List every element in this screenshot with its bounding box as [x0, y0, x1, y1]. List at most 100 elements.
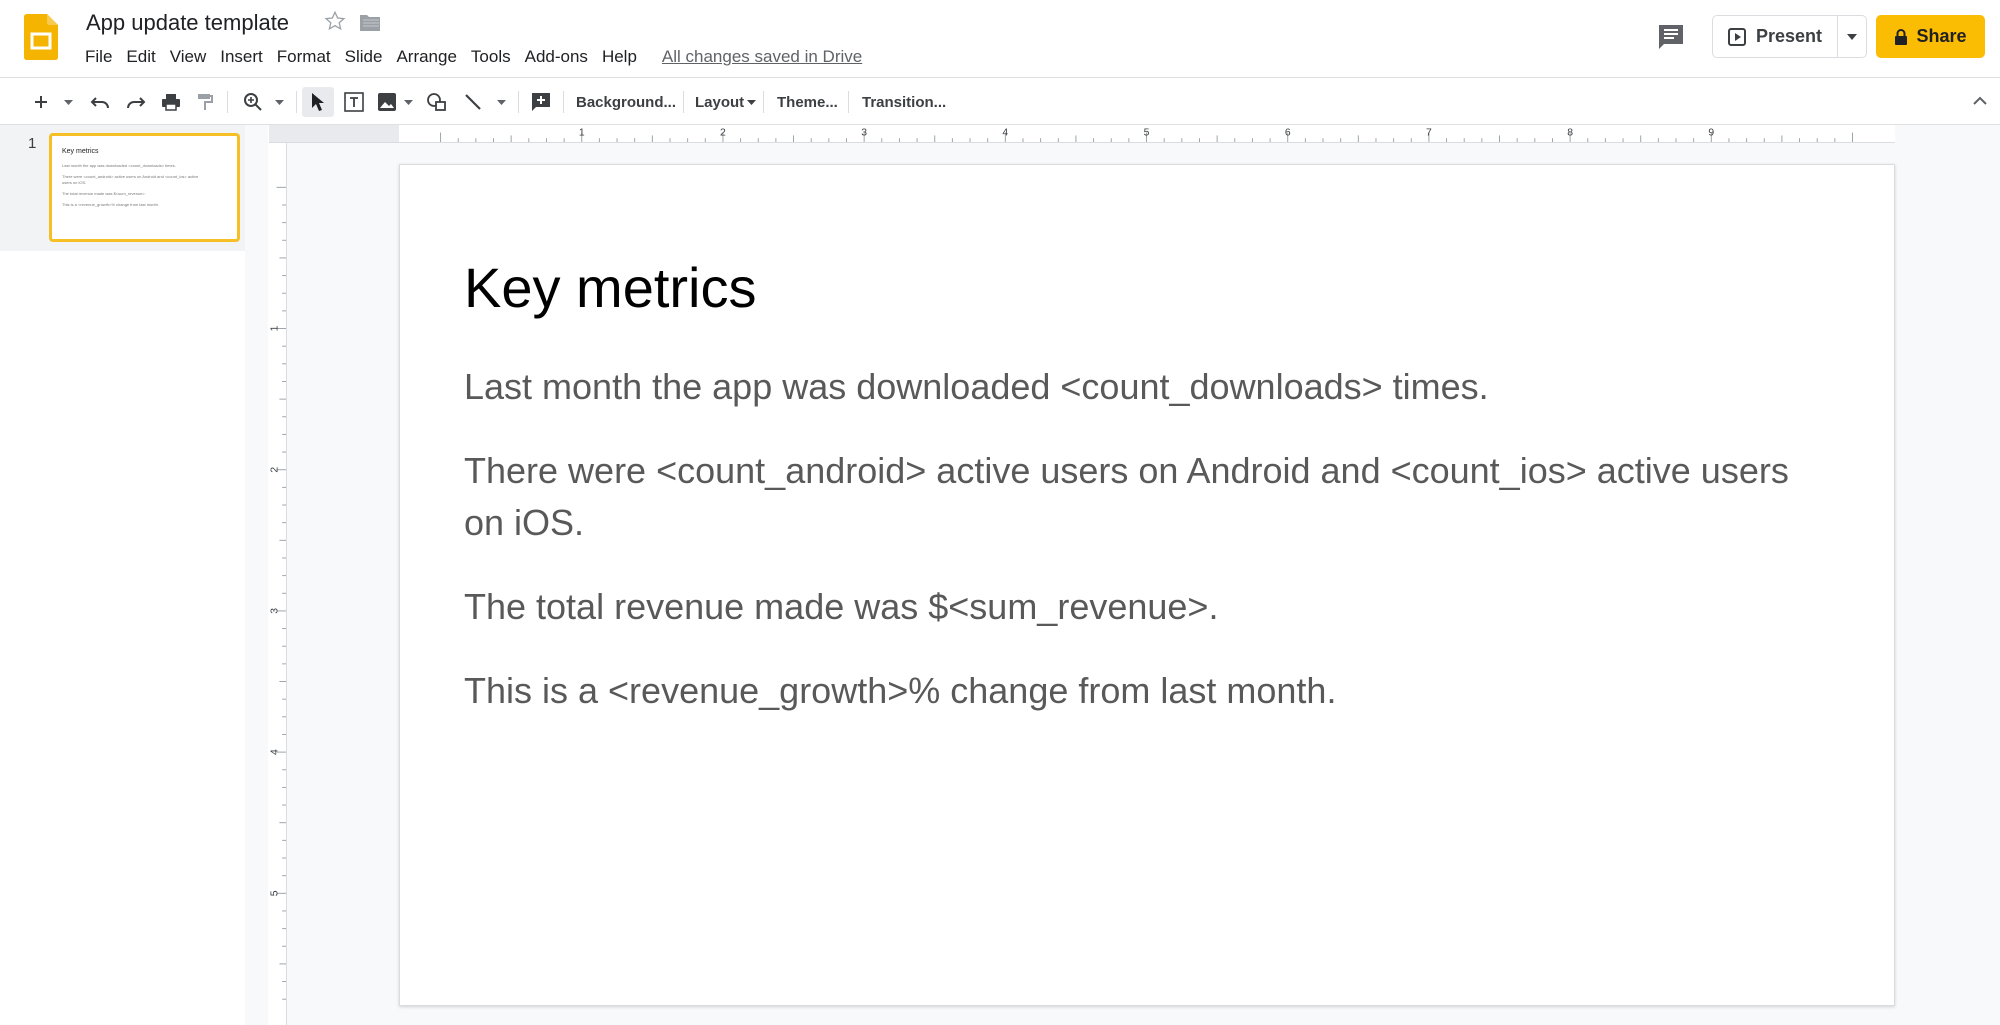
- menu-bar: File Edit View Insert Format Slide Arran…: [78, 46, 862, 68]
- ruler-label: 7: [1426, 127, 1432, 138]
- print-icon: [162, 94, 180, 111]
- share-label: Share: [1916, 26, 1967, 46]
- comment-add-icon: [532, 93, 550, 111]
- theme-button[interactable]: Theme...: [777, 87, 838, 117]
- image-button[interactable]: [374, 87, 400, 117]
- present-options-dropdown[interactable]: [1838, 16, 1866, 57]
- ruler-label: 8: [1567, 127, 1573, 138]
- ruler-label: 4: [270, 749, 281, 755]
- paint-format-button[interactable]: [190, 87, 220, 117]
- move-folder-icon[interactable]: [358, 13, 382, 33]
- ruler-label: 2: [270, 467, 281, 473]
- select-icon: [312, 93, 324, 111]
- comments-icon[interactable]: [1656, 22, 1686, 52]
- line-dropdown[interactable]: [492, 87, 510, 117]
- ruler-label: 4: [1002, 127, 1008, 138]
- toolbar-divider: [563, 91, 564, 113]
- menu-addons[interactable]: Add-ons: [518, 47, 595, 67]
- shape-button[interactable]: [422, 87, 452, 117]
- lock-icon: [1895, 28, 1908, 45]
- slide-thumbnail[interactable]: Key metrics Last month the app was downl…: [49, 133, 240, 242]
- menu-file[interactable]: File: [78, 47, 119, 67]
- thumbnail-line: users on iOS.: [62, 180, 87, 185]
- toolbar-divider: [296, 91, 297, 113]
- paint-format-icon: [198, 94, 213, 110]
- zoom-dropdown[interactable]: [270, 87, 288, 117]
- new-slide-layout-dropdown[interactable]: [58, 87, 78, 117]
- ruler-label: 5: [270, 890, 281, 896]
- horizontal-ruler[interactable]: 1 2 3 4 5 6 7 8 9: [399, 125, 1895, 143]
- star-icon[interactable]: [324, 10, 346, 32]
- menu-help[interactable]: Help: [595, 47, 644, 67]
- vertical-ruler[interactable]: 1 2 3 4 5: [269, 143, 287, 1025]
- ruler-label: 3: [861, 127, 867, 138]
- redo-icon: [127, 97, 146, 109]
- chevron-down-icon: [496, 99, 506, 105]
- text-box-button[interactable]: [338, 87, 370, 117]
- undo-button[interactable]: [86, 87, 114, 117]
- add-comment-button[interactable]: [526, 87, 556, 117]
- document-title[interactable]: App update template: [86, 10, 289, 36]
- slide-number: 1: [28, 135, 37, 152]
- chevron-down-icon: [274, 99, 284, 105]
- toolbar-divider: [227, 91, 228, 113]
- chevron-down-icon: [63, 99, 73, 105]
- text-box-icon: [344, 92, 364, 112]
- present-button[interactable]: Present: [1713, 16, 1838, 57]
- ruler-label: 6: [1285, 127, 1291, 138]
- new-slide-icon: [35, 96, 47, 108]
- slide-filmstrip: 1 Key metrics Last month the app was dow…: [0, 125, 268, 1025]
- slide-canvas[interactable]: Key metrics Last month the app was downl…: [399, 164, 1895, 1006]
- print-button[interactable]: [156, 87, 186, 117]
- ruler-label: 3: [270, 608, 281, 614]
- chevron-down-icon: [1847, 33, 1857, 40]
- ruler-label: 1: [270, 325, 281, 331]
- zoom-button[interactable]: [238, 87, 268, 117]
- menu-slide[interactable]: Slide: [338, 47, 390, 67]
- background-button[interactable]: Background...: [576, 87, 676, 117]
- slide-title[interactable]: Key metrics: [464, 255, 757, 320]
- collapse-menus-icon[interactable]: [1970, 91, 1990, 111]
- slide-body-text[interactable]: Last month the app was downloaded <count…: [464, 361, 1794, 749]
- body-paragraph: This is a <revenue_growth>% change from …: [464, 670, 1337, 711]
- ruler-label: 9: [1708, 127, 1714, 138]
- menu-edit[interactable]: Edit: [119, 47, 162, 67]
- select-tool-button[interactable]: [302, 87, 334, 117]
- body-paragraph: There were <count_android> active users …: [464, 450, 1789, 543]
- undo-icon: [90, 97, 109, 109]
- transition-button[interactable]: Transition...: [862, 87, 946, 117]
- chevron-down-icon: [747, 99, 757, 105]
- present-button-group: Present: [1712, 15, 1867, 58]
- filmstrip-scrollbar[interactable]: [245, 125, 268, 1025]
- ruler-label: 2: [720, 127, 726, 138]
- redo-button[interactable]: [122, 87, 150, 117]
- share-button[interactable]: Share: [1876, 15, 1985, 58]
- layout-button[interactable]: Layout: [695, 87, 757, 117]
- body-paragraph: The total revenue made was $<sum_revenue…: [464, 586, 1219, 627]
- header: App update template File Edit View Inser…: [0, 0, 2000, 77]
- menu-arrange[interactable]: Arrange: [389, 47, 463, 67]
- menu-tools[interactable]: Tools: [464, 47, 518, 67]
- image-icon: [378, 93, 396, 111]
- toolbar-divider: [763, 91, 764, 113]
- zoom-icon: [244, 93, 262, 111]
- ruler-corner: [269, 125, 399, 143]
- ruler-label: 5: [1144, 127, 1150, 138]
- new-slide-button[interactable]: [26, 87, 56, 117]
- thumbnail-title: Key metrics: [62, 148, 99, 155]
- toolbar: Background... Layout Theme... Transition…: [0, 77, 2000, 125]
- menu-format[interactable]: Format: [270, 47, 338, 67]
- save-status-link[interactable]: All changes saved in Drive: [662, 47, 862, 67]
- line-button[interactable]: [458, 87, 488, 117]
- toolbar-divider: [518, 91, 519, 113]
- slides-logo-icon[interactable]: [24, 14, 58, 60]
- thumbnail-line: This is a <revenue_growth>% change from …: [62, 202, 159, 207]
- menu-view[interactable]: View: [163, 47, 214, 67]
- toolbar-divider: [683, 91, 684, 113]
- present-icon: [1727, 27, 1746, 46]
- menu-insert[interactable]: Insert: [213, 47, 270, 67]
- chevron-down-icon: [403, 99, 413, 105]
- filmstrip-item[interactable]: 1 Key metrics Last month the app was dow…: [0, 125, 245, 251]
- image-dropdown[interactable]: [400, 87, 416, 117]
- shape-icon: [427, 93, 446, 111]
